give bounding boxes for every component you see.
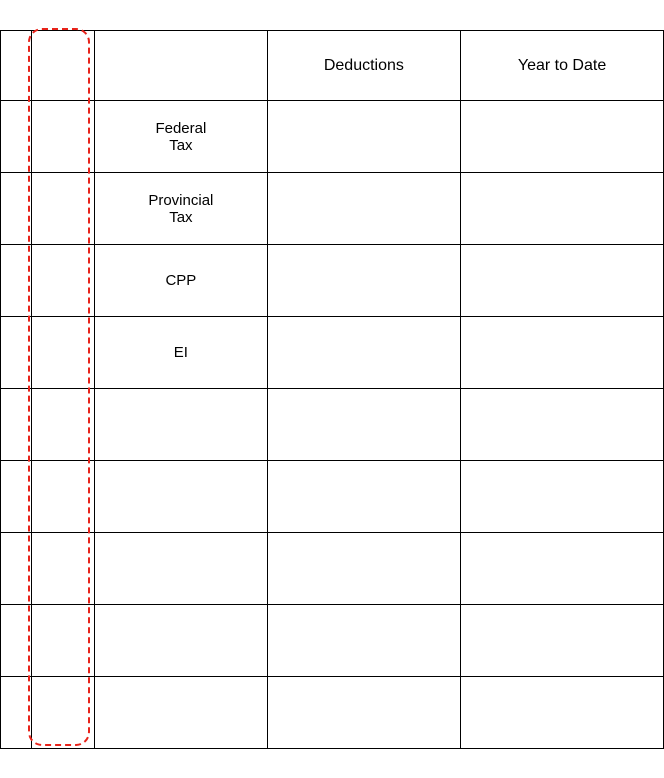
cell-r6-c1 — [32, 533, 95, 605]
cell-r3-c2: EI — [95, 317, 268, 389]
table-row — [1, 389, 664, 461]
cell-r1-c3 — [267, 173, 460, 245]
table-row — [1, 533, 664, 605]
cell-r7-c4 — [461, 605, 664, 677]
cell-r8-c2 — [95, 677, 268, 749]
cell-r0-c1 — [32, 101, 95, 173]
cell-r0-c3 — [267, 101, 460, 173]
cell-r7-c2 — [95, 605, 268, 677]
table-row: CPP — [1, 245, 664, 317]
cell-r8-c4 — [461, 677, 664, 749]
cell-r7-c3 — [267, 605, 460, 677]
cell-r1-c4 — [461, 173, 664, 245]
cell-r5-c4 — [461, 461, 664, 533]
cell-r5-c2 — [95, 461, 268, 533]
cell-r4-c1 — [32, 389, 95, 461]
cell-r3-c0 — [1, 317, 32, 389]
cell-r6-c4 — [461, 533, 664, 605]
cell-r6-c2 — [95, 533, 268, 605]
table-row: ProvincialTax — [1, 173, 664, 245]
cell-r8-c3 — [267, 677, 460, 749]
cell-r4-c0 — [1, 389, 32, 461]
header-deductions: Deductions — [267, 31, 460, 101]
cell-r0-c0 — [1, 101, 32, 173]
cell-r8-c0 — [1, 677, 32, 749]
cell-r3-c1 — [32, 317, 95, 389]
cell-r3-c4 — [461, 317, 664, 389]
table-row: FederalTax — [1, 101, 664, 173]
cell-r1-c2: ProvincialTax — [95, 173, 268, 245]
cell-r5-c0 — [1, 461, 32, 533]
cell-r4-c2 — [95, 389, 268, 461]
cell-r6-c3 — [267, 533, 460, 605]
cell-r5-c1 — [32, 461, 95, 533]
header-col3 — [95, 31, 268, 101]
header-ytd: Year to Date — [461, 31, 664, 101]
table-row: EI — [1, 317, 664, 389]
table-row — [1, 605, 664, 677]
table-row — [1, 461, 664, 533]
cell-r0-c2: FederalTax — [95, 101, 268, 173]
payroll-table: Deductions Year to Date FederalTaxProvin… — [0, 30, 664, 749]
cell-r6-c0 — [1, 533, 32, 605]
header-col1 — [1, 31, 32, 101]
cell-r1-c1 — [32, 173, 95, 245]
cell-r7-c1 — [32, 605, 95, 677]
cell-r2-c3 — [267, 245, 460, 317]
table-row — [1, 677, 664, 749]
cell-r2-c4 — [461, 245, 664, 317]
page-wrapper: Deductions Year to Date FederalTaxProvin… — [0, 0, 664, 778]
cell-r0-c4 — [461, 101, 664, 173]
table-container: Deductions Year to Date FederalTaxProvin… — [0, 30, 664, 748]
cell-r2-c0 — [1, 245, 32, 317]
cell-r8-c1 — [32, 677, 95, 749]
cell-r2-c2: CPP — [95, 245, 268, 317]
cell-r1-c0 — [1, 173, 32, 245]
cell-r4-c4 — [461, 389, 664, 461]
cell-r7-c0 — [1, 605, 32, 677]
header-col2 — [32, 31, 95, 101]
cell-r4-c3 — [267, 389, 460, 461]
cell-r2-c1 — [32, 245, 95, 317]
cell-r5-c3 — [267, 461, 460, 533]
cell-r3-c3 — [267, 317, 460, 389]
